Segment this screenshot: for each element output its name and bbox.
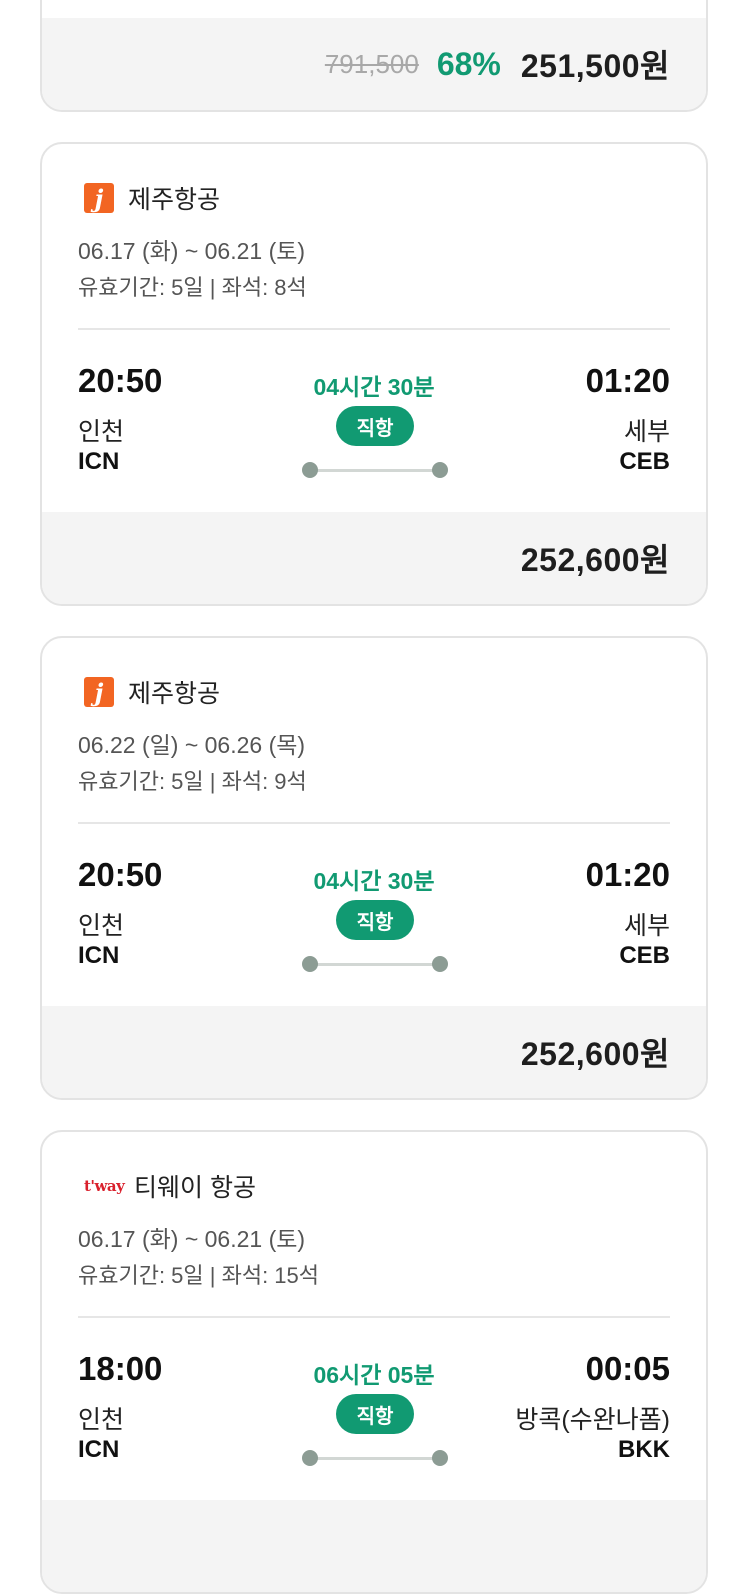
flight-card[interactable]: j 제주항공 06.22 (일) ~ 06.26 (목) 유효기간: 5일 | …: [40, 636, 708, 1100]
arrival-city: 세부: [623, 418, 670, 446]
route-end-dot: [432, 1450, 448, 1466]
arrival-time: 01:20: [585, 362, 670, 399]
arrival-time: 00:05: [585, 1350, 670, 1387]
departure-city: 인천: [78, 1406, 125, 1434]
route-start-dot: [302, 1450, 318, 1466]
route-start-dot: [302, 462, 318, 478]
final-price: 252,600원: [520, 1036, 670, 1072]
tway-logo-icon: t'way: [84, 1177, 125, 1195]
route-line: [310, 963, 442, 966]
divider: [78, 1316, 670, 1318]
route-line: [310, 469, 442, 472]
departure-code: ICN: [78, 942, 120, 969]
price-bar: [42, 1500, 706, 1592]
departure-city: 인천: [78, 912, 125, 940]
direct-flight-badge: 직항: [336, 1394, 414, 1434]
validity-seats: 유효기간: 5일 | 좌석: 9석: [78, 769, 307, 794]
direct-flight-badge: 직항: [336, 900, 414, 940]
airline-name: 제주항공: [128, 186, 221, 214]
arrival-time: 01:20: [585, 856, 670, 893]
final-price: 252,600원: [520, 542, 670, 578]
flight-card[interactable]: t'way 티웨이 항공 06.17 (화) ~ 06.21 (토) 유효기간:…: [40, 1130, 708, 1594]
price-bar: 252,600원: [42, 512, 706, 604]
arrival-code: BKK: [618, 1436, 670, 1463]
flight-card-partial[interactable]: 791,500 68% 251,500원: [40, 0, 708, 112]
validity-seats: 유효기간: 5일 | 좌석: 8석: [78, 275, 307, 300]
divider: [78, 328, 670, 330]
route-start-dot: [302, 956, 318, 972]
discount-rate: 68%: [436, 45, 501, 82]
route-end-dot: [432, 956, 448, 972]
arrival-code: CEB: [619, 448, 670, 475]
final-price: 251,500원: [520, 48, 670, 84]
airline-name: 제주항공: [128, 680, 221, 708]
airline-name: 티웨이 항공: [134, 1174, 256, 1202]
original-price: 791,500: [324, 48, 419, 79]
travel-dates: 06.22 (일) ~ 06.26 (목): [78, 732, 306, 758]
route-end-dot: [432, 462, 448, 478]
validity-seats: 유효기간: 5일 | 좌석: 15석: [78, 1263, 320, 1288]
travel-dates: 06.17 (화) ~ 06.21 (토): [78, 238, 306, 264]
price-bar: 252,600원: [42, 1006, 706, 1098]
arrival-city: 세부: [623, 912, 670, 940]
route-line: [310, 1457, 442, 1460]
flight-card[interactable]: j 제주항공 06.17 (화) ~ 06.21 (토) 유효기간: 5일 | …: [40, 142, 708, 606]
airline-row: j 제주항공: [84, 180, 220, 216]
jeju-air-logo-icon: j: [84, 677, 114, 707]
arrival-city: 방콕(수완나폼): [515, 1406, 670, 1434]
direct-flight-badge: 직항: [336, 406, 414, 446]
departure-code: ICN: [78, 1436, 120, 1463]
arrival-code: CEB: [619, 942, 670, 969]
airline-row: j 제주항공: [84, 674, 220, 710]
travel-dates: 06.17 (화) ~ 06.21 (토): [78, 1226, 306, 1252]
airline-row: t'way 티웨이 항공: [84, 1168, 256, 1204]
price-bar: 791,500 68% 251,500원: [42, 18, 706, 110]
departure-code: ICN: [78, 448, 120, 475]
jeju-air-logo-icon: j: [84, 183, 114, 213]
divider: [78, 822, 670, 824]
departure-city: 인천: [78, 418, 125, 446]
